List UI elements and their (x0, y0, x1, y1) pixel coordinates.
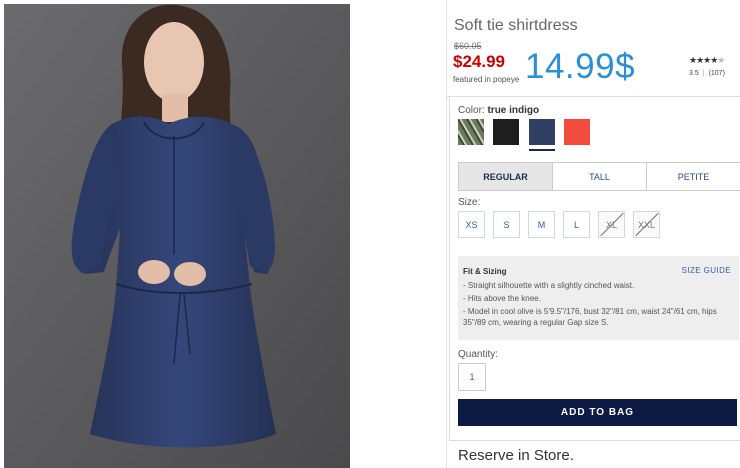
swatch-true-indigo[interactable] (529, 119, 555, 145)
product-title: Soft tie shirtdress (454, 17, 578, 34)
product-details-panel: Soft tie shirtdress $60.05 $24.99 featur… (446, 0, 740, 468)
tab-regular[interactable]: REGULAR (459, 163, 552, 190)
size-label: Size: (458, 197, 481, 208)
review-count[interactable]: (107) (709, 70, 725, 77)
rating-separator: | (702, 70, 705, 77)
color-label-text: Color: (458, 105, 485, 116)
rating-score: 3.5 (689, 70, 699, 77)
color-label: Color: true indigo (458, 105, 539, 116)
selected-color-name: true indigo (487, 105, 540, 116)
add-to-bag-button[interactable]: ADD TO BAG (458, 399, 737, 426)
fit-sizing-list: - Straight silhouette with a slightly ci… (463, 280, 738, 330)
swatch-cool-olive[interactable] (458, 119, 484, 145)
size-xs-button[interactable]: XS (458, 211, 485, 238)
tab-tall[interactable]: TALL (552, 163, 646, 190)
fit-bullet: - Hits above the knee. (463, 294, 541, 303)
fit-sizing-box: Fit & Sizing SIZE GUIDE - Straight silho… (458, 256, 739, 340)
star-icon: ★★★ (689, 55, 711, 65)
size-l-button[interactable]: L (563, 211, 590, 238)
empty-star-icon: ★ (717, 55, 725, 65)
size-guide-link[interactable]: SIZE GUIDE (682, 266, 731, 275)
star-rating[interactable]: ★★★★★ (689, 55, 725, 66)
quantity-select[interactable]: 1 (458, 363, 486, 391)
sale-price: $24.99 (453, 52, 505, 71)
fit-sizing-title: Fit & Sizing (463, 267, 507, 276)
product-photo-illustration (4, 4, 350, 468)
rating-summary[interactable]: 3.5 | (107) (689, 70, 725, 77)
fit-bullet: - Model in cool olive is 5'9.5"/176, bus… (463, 307, 717, 327)
selected-swatch-indicator (529, 149, 555, 151)
size-m-button[interactable]: M (528, 211, 555, 238)
tab-petite[interactable]: PETITE (646, 163, 740, 190)
swatch-coral[interactable] (564, 119, 590, 145)
product-image[interactable] (4, 4, 350, 468)
quantity-label: Quantity: (458, 349, 499, 360)
fit-tabs: REGULAR TALL PETITE (458, 162, 740, 191)
featured-note: featured in popeye (453, 75, 520, 84)
swatch-black[interactable] (493, 119, 519, 145)
reserve-in-store-link[interactable]: Reserve in Store. (458, 447, 574, 464)
original-price: $60.05 (454, 41, 482, 51)
size-xl-button-unavailable[interactable]: XL (598, 211, 625, 238)
size-xxl-button-unavailable[interactable]: XXL (633, 211, 660, 238)
fit-bullet: - Straight silhouette with a slightly ci… (463, 281, 635, 290)
price-overlay: 14.99$ (525, 47, 636, 86)
size-s-button[interactable]: S (493, 211, 520, 238)
